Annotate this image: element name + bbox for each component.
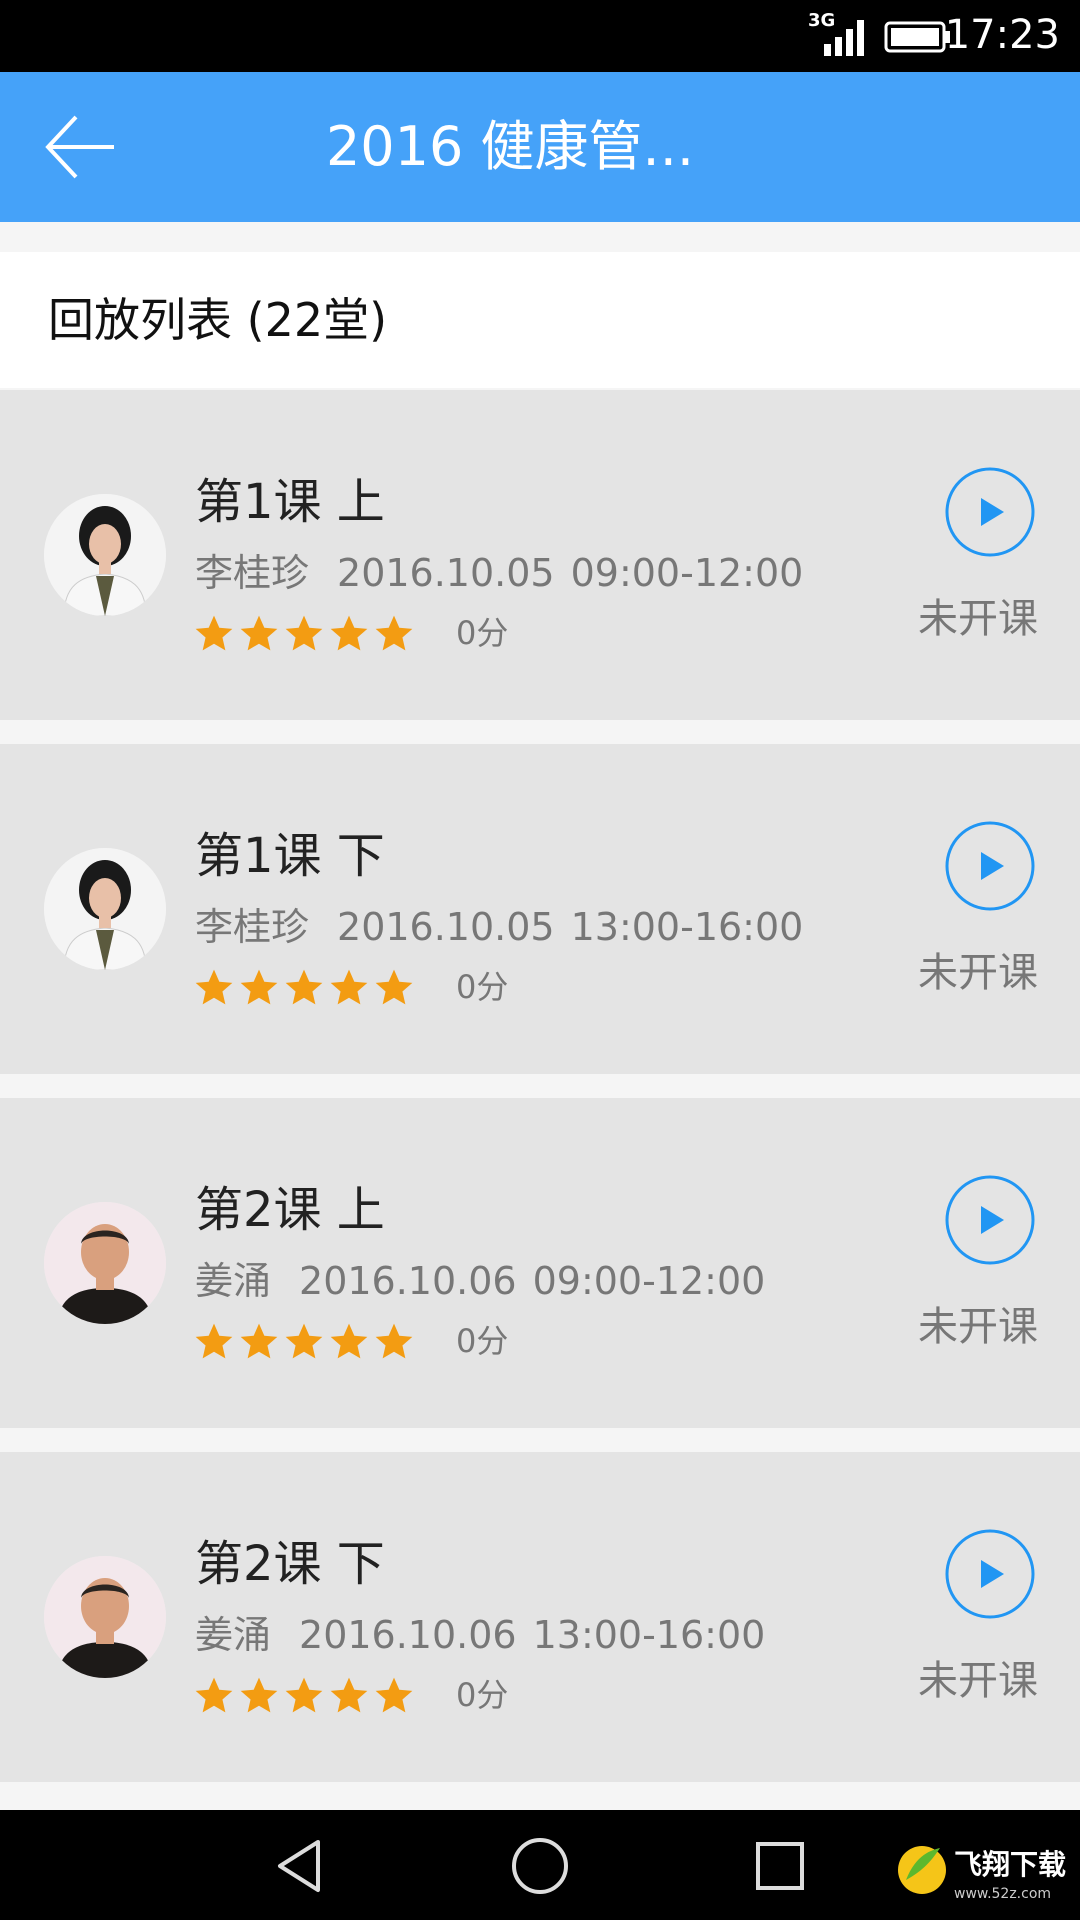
back-triangle-icon[interactable] [268,1834,332,1898]
status-bar: 3G 17:23 [0,0,1080,72]
lesson-time: 09:00-12:00 [532,1259,766,1303]
star-icon [240,1323,278,1359]
lesson-time: 13:00-16:00 [532,1613,766,1657]
replay-list-header: 回放列表 (22堂) [0,252,1080,388]
lesson-date: 2016.10.06 [299,1259,517,1303]
female-avatar-icon [44,848,166,970]
star-icon [195,1323,233,1359]
page-title: 2016 健康管... [325,115,695,178]
battery-icon [884,21,950,53]
lesson-status: 未开课 [918,950,1038,996]
watermark-logo: 飞翔下载 www.52z.com [898,1846,1066,1902]
lesson-count: (22堂) [246,293,388,347]
play-button-icon[interactable] [944,466,1036,558]
svg-text:www.52z.com: www.52z.com [954,1886,1051,1902]
lesson-list: 第1课 上 李桂珍 2016.10.05 09:00-12:00 0分 未开课 [0,390,1080,1806]
lesson-date: 2016.10.05 [337,905,555,949]
star-icon [375,1323,413,1359]
lesson-meta: 李桂珍 2016.10.05 09:00-12:00 [195,542,803,597]
star-icon [240,615,278,651]
lesson-title: 第1课 上 [195,474,385,530]
star-icon [375,1677,413,1713]
play-button-icon[interactable] [944,1528,1036,1620]
section-title-label: 回放列表 [48,293,232,347]
lesson-item[interactable]: 第2课 上 姜涌 2016.10.06 09:00-12:00 0分 未开课 [0,1098,1080,1428]
teacher-name: 李桂珍 [195,551,310,595]
navigation-bar: 飞翔下载 www.52z.com [0,1810,1080,1920]
avatar [44,848,166,970]
clock: 17:23 [944,12,1060,58]
section-title: 回放列表 (22堂) [48,252,387,388]
avatar [44,1202,166,1324]
signal-icon [824,20,864,56]
teacher-name: 姜涌 [195,1259,272,1303]
back-arrow-icon[interactable] [40,107,120,187]
star-icon [285,969,323,1005]
home-circle-icon[interactable] [508,1834,572,1898]
lesson-status: 未开课 [918,1304,1038,1350]
star-icon [375,969,413,1005]
female-avatar-icon [44,494,166,616]
male-avatar-icon [44,1202,166,1324]
avatar [44,1556,166,1678]
star-rating [192,612,417,656]
star-icon [330,1323,368,1359]
lesson-meta: 姜涌 2016.10.06 09:00-12:00 [195,1250,765,1305]
star-icon [285,1323,323,1359]
teacher-name: 李桂珍 [195,905,310,949]
play-button-icon[interactable] [944,820,1036,912]
title-bar: 2016 健康管... [0,72,1080,222]
lesson-score: 0分 [456,1676,509,1714]
lesson-time: 09:00-12:00 [570,551,804,595]
star-rating [192,1674,417,1718]
star-icon [285,615,323,651]
star-icon [240,1677,278,1713]
lesson-meta: 姜涌 2016.10.06 13:00-16:00 [195,1604,765,1659]
star-icon [285,1677,323,1713]
star-icon [330,615,368,651]
lesson-item[interactable]: 第1课 下 李桂珍 2016.10.05 13:00-16:00 0分 未开课 [0,744,1080,1074]
lesson-meta: 李桂珍 2016.10.05 13:00-16:00 [195,896,803,951]
star-icon [240,969,278,1005]
star-rating [192,966,417,1010]
star-icon [330,1677,368,1713]
star-icon [330,969,368,1005]
lesson-score: 0分 [456,1322,509,1360]
lesson-title: 第1课 下 [195,828,385,884]
lesson-item[interactable]: 第2课 下 姜涌 2016.10.06 13:00-16:00 0分 未开课 [0,1452,1080,1782]
star-icon [375,615,413,651]
lesson-item[interactable]: 第1课 上 李桂珍 2016.10.05 09:00-12:00 0分 未开课 [0,390,1080,720]
teacher-name: 姜涌 [195,1613,272,1657]
lesson-date: 2016.10.06 [299,1613,517,1657]
star-rating [192,1320,417,1364]
lesson-status: 未开课 [918,1658,1038,1704]
male-avatar-icon [44,1556,166,1678]
lesson-status: 未开课 [918,596,1038,642]
star-icon [195,1677,233,1713]
lesson-title: 第2课 下 [195,1536,385,1592]
lesson-score: 0分 [456,614,509,652]
star-icon [195,615,233,651]
recents-square-icon[interactable] [748,1834,812,1898]
avatar [44,494,166,616]
star-icon [195,969,233,1005]
lesson-score: 0分 [456,968,509,1006]
lesson-time: 13:00-16:00 [570,905,804,949]
svg-text:飞翔下载: 飞翔下载 [954,1848,1066,1881]
lesson-title: 第2课 上 [195,1182,385,1238]
play-button-icon[interactable] [944,1174,1036,1266]
lesson-date: 2016.10.05 [337,551,555,595]
